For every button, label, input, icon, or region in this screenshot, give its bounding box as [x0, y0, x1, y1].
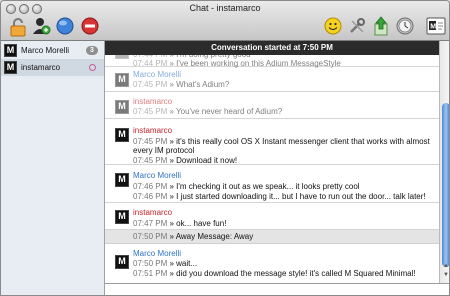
message-group: M Marco Morelli 07:46 PM » I'm checking …	[105, 165, 439, 203]
smiley-icon	[324, 17, 342, 35]
window-title: Chat - instamarco	[189, 3, 261, 13]
message-line: 07:50 PM » wait...	[133, 259, 198, 268]
emoticon-button[interactable]	[323, 15, 343, 37]
message-line: 07:45 PM » Download it now!	[133, 156, 238, 165]
message-line: 07:45 PM » What's Adium?	[133, 80, 230, 89]
message-line: every IM protocol	[133, 146, 195, 155]
lock-button[interactable]	[8, 16, 28, 38]
avatar: M	[4, 61, 17, 74]
status-away-button[interactable]	[80, 16, 100, 36]
avatar: M	[115, 255, 129, 269]
message-group: M instamarco 07:47 PM » ok... have fun!	[105, 203, 439, 230]
history-button[interactable]	[395, 15, 415, 37]
status-message-row: 07:50 PM » Away Message: Away	[105, 230, 439, 244]
unread-count-badge: 3	[86, 46, 98, 55]
message-group: M Marco Morelli 07:50 PM » wait... 07:51…	[105, 244, 439, 283]
svg-text:M: M	[430, 24, 436, 31]
message-line: 07:45 PM » it's this really cool OS X In…	[133, 137, 430, 146]
message-line: 07:46 PM » I'm checking it out as we spe…	[133, 182, 360, 191]
contact-info-button[interactable]: M	[425, 15, 447, 37]
scrollbar-thumb[interactable]	[442, 103, 449, 267]
status-away-icon	[81, 17, 99, 35]
message-sender: instamarco	[133, 208, 173, 217]
message-input[interactable]	[105, 284, 449, 295]
avatar: M	[115, 73, 129, 87]
user-add-icon	[33, 18, 51, 35]
message-line: 07:45 PM » You've never heard of Adium?	[133, 107, 283, 116]
avatar: M	[115, 100, 129, 114]
history-clock-icon	[396, 17, 414, 35]
message-transcript: M instamarco 07:44 PM » I'm doing pretty…	[105, 41, 439, 283]
message-line: 07:46 PM » I just started downloading it…	[133, 192, 426, 201]
message-sender: Marco Morelli	[133, 70, 182, 79]
contact-name: instamarco	[21, 63, 61, 72]
message-group: M instamarco 07:45 PM » You've never hea…	[105, 92, 439, 119]
status-line: 07:50 PM » Away Message: Away	[133, 232, 254, 241]
add-contact-button[interactable]	[30, 15, 52, 37]
message-sender: instamarco	[133, 97, 173, 106]
contact-name: Marco Morelli	[21, 46, 70, 55]
scroll-up-arrow-icon[interactable]: ▲	[442, 263, 449, 270]
contact-tab-instamarco[interactable]: M instamarco	[1, 59, 104, 76]
status-available-button[interactable]	[55, 16, 75, 36]
close-tab-icon[interactable]	[89, 64, 96, 71]
message-sender: Marco Morelli	[133, 249, 182, 258]
contact-tab-marco-morelli[interactable]: M Marco Morelli 3	[1, 42, 104, 59]
title-toolbar: Chat - instamarco M	[1, 1, 449, 41]
lock-icon	[10, 18, 26, 37]
message-sender: Marco Morelli	[133, 171, 182, 180]
scroll-down-arrow-icon[interactable]: ▼	[442, 272, 449, 279]
tools-button[interactable]	[347, 15, 367, 37]
avatar: M	[4, 44, 17, 57]
avatar: M	[115, 210, 129, 224]
transcript-scrollbar[interactable]: ▲ ▼	[439, 41, 449, 283]
conversation-banner: Conversation started at 7:50 PM	[105, 41, 439, 55]
message-input-bar	[105, 283, 449, 295]
tools-icon	[350, 18, 365, 33]
send-file-button[interactable]	[371, 15, 391, 37]
message-group: M instamarco 07:45 PM » it's this really…	[105, 119, 439, 165]
message-line: 07:47 PM » ok... have fun!	[133, 219, 227, 228]
file-transfer-icon	[374, 16, 388, 36]
message-sender: instamarco	[133, 126, 173, 135]
message-group: M Marco Morelli 07:45 PM » What's Adium?	[105, 67, 439, 92]
contact-sidebar: M Marco Morelli 3 M instamarco	[1, 41, 105, 295]
avatar: M	[115, 128, 129, 142]
chat-window: Chat - instamarco M M Marco Morelli 3 M …	[0, 0, 450, 296]
avatar: M	[115, 173, 129, 187]
message-line: 07:51 PM » did you download the message …	[133, 269, 416, 278]
contact-info-icon: M	[426, 17, 446, 35]
status-available-icon	[56, 17, 74, 35]
